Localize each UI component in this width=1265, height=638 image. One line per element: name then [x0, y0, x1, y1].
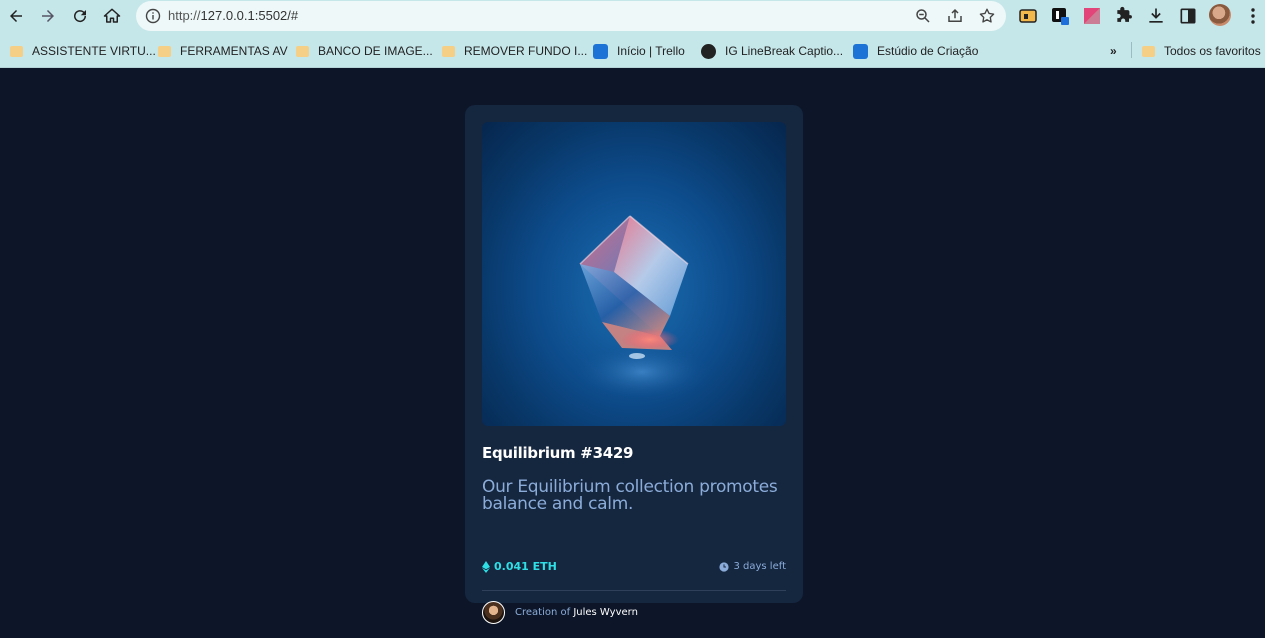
- bookmark-ig-linebreak[interactable]: IG LineBreak Captio...: [701, 42, 843, 60]
- creator-credit: Creation of Jules Wyvern: [515, 607, 638, 618]
- bookmark-label: Início | Trello: [617, 44, 685, 58]
- nft-description: Our Equilibrium collection promotes bala…: [482, 477, 778, 514]
- bookmark-label: Estúdio de Criação: [877, 44, 979, 58]
- bookmark-label: Todos os favoritos: [1164, 44, 1261, 58]
- folder-icon: [1142, 45, 1155, 57]
- creator-name-link[interactable]: Jules Wyvern: [573, 607, 638, 618]
- bookmark-banco[interactable]: BANCO DE IMAGE...: [296, 42, 433, 60]
- forward-arrow-icon: [42, 10, 54, 22]
- folder-icon: [296, 45, 309, 57]
- studio-icon: [853, 43, 868, 59]
- nft-image[interactable]: [482, 122, 786, 426]
- globe-icon: [701, 43, 716, 59]
- time-left-value: 3 days left: [733, 561, 786, 572]
- ethereum-icon: [482, 560, 490, 573]
- nft-card: Equilibrium #3429 Our Equilibrium collec…: [465, 105, 803, 624]
- trello-icon: [593, 43, 608, 59]
- bookmark-label: FERRAMENTAS AV: [180, 44, 288, 58]
- creator-avatar: [482, 601, 505, 624]
- folder-icon: [442, 45, 455, 57]
- reload-icon: [74, 10, 87, 23]
- bookmark-label: ASSISTENTE VIRTU...: [32, 44, 156, 58]
- nft-price: 0.041 ETH: [482, 560, 557, 573]
- bookmark-label: BANCO DE IMAGE...: [318, 44, 433, 58]
- creator-prefix: Creation of: [515, 607, 571, 618]
- home-button[interactable]: [100, 4, 124, 28]
- nft-title[interactable]: Equilibrium #3429: [482, 444, 633, 462]
- back-arrow-icon: [10, 10, 22, 22]
- card-divider: [482, 590, 786, 591]
- clock-icon: [719, 561, 730, 572]
- bookmark-label: IG LineBreak Captio...: [725, 44, 844, 58]
- zoom-icon[interactable]: [914, 7, 932, 25]
- reload-button[interactable]: [68, 4, 92, 28]
- cube-illustration: [572, 215, 712, 402]
- page-body: Equilibrium #3429 Our Equilibrium collec…: [0, 68, 1265, 638]
- sidepanel-icon[interactable]: [1178, 6, 1198, 26]
- bookmark-trello[interactable]: Início | Trello: [593, 42, 685, 60]
- info-icon[interactable]: [145, 8, 161, 24]
- more-bookmarks-label: »: [1110, 44, 1117, 58]
- ext-app-icon[interactable]: [1050, 6, 1070, 26]
- address-bar[interactable]: http://127.0.0.1:5502/#: [136, 1, 1006, 31]
- nft-time-left: 3 days left: [719, 561, 786, 572]
- share-icon[interactable]: [946, 7, 964, 25]
- bookmark-remover[interactable]: REMOVER FUNDO I...: [442, 42, 587, 60]
- bookmark-estudio[interactable]: Estúdio de Criação: [853, 42, 978, 60]
- back-button[interactable]: [4, 4, 28, 28]
- ext-window-icon[interactable]: [1018, 6, 1038, 26]
- menu-icon[interactable]: [1245, 7, 1261, 25]
- bookmark-label: REMOVER FUNDO I...: [464, 44, 588, 58]
- star-icon[interactable]: [978, 7, 996, 25]
- profile-avatar[interactable]: [1209, 4, 1231, 26]
- price-value: 0.041 ETH: [494, 560, 557, 573]
- extensions-icon[interactable]: [1114, 6, 1134, 26]
- bookmarks-divider: [1131, 42, 1132, 58]
- ext-color-icon[interactable]: [1082, 6, 1102, 26]
- more-bookmarks-button[interactable]: »: [1110, 42, 1117, 60]
- browser-toolbar: http://127.0.0.1:5502/#: [0, 0, 1265, 33]
- home-icon: [103, 8, 121, 23]
- folder-icon: [10, 45, 23, 57]
- folder-icon: [158, 45, 171, 57]
- bookmark-all-favorites[interactable]: Todos os favoritos: [1142, 42, 1261, 60]
- bookmark-assistente[interactable]: ASSISTENTE VIRTU...: [10, 42, 156, 60]
- url-text: http://127.0.0.1:5502/#: [168, 8, 299, 23]
- download-icon[interactable]: [1146, 6, 1166, 26]
- forward-button[interactable]: [36, 4, 60, 28]
- bookmark-ferramentas[interactable]: FERRAMENTAS AV: [158, 42, 288, 60]
